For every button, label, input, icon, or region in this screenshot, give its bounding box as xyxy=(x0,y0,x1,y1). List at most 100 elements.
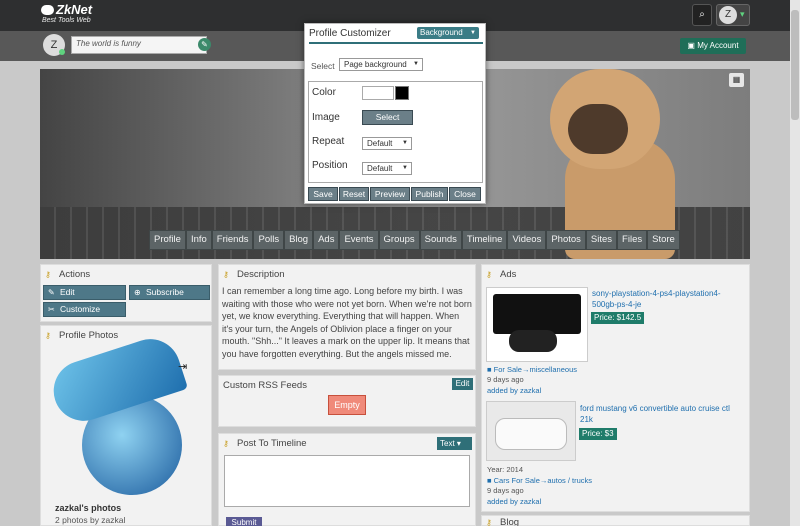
avatar: Z xyxy=(719,6,737,24)
album-cover-image[interactable] xyxy=(45,331,192,500)
tab-polls[interactable]: Polls xyxy=(253,230,285,250)
chevron-down-icon: ▼ xyxy=(413,61,419,67)
mode-label: Background xyxy=(420,28,463,37)
cover-dog-image xyxy=(520,69,690,259)
blog-title: Blog xyxy=(500,517,520,526)
submit-button[interactable]: Submit xyxy=(226,517,262,526)
ad-image-mustang[interactable] xyxy=(486,401,576,461)
ad-image-ps4[interactable] xyxy=(486,287,588,362)
target-label: Page background xyxy=(344,60,407,69)
ad-price: Price: $142.5 xyxy=(591,312,645,324)
tab-blog[interactable]: Blog xyxy=(284,230,314,250)
logo-mark-icon xyxy=(41,5,54,15)
position-label: Position xyxy=(312,160,348,171)
tab-store[interactable]: Store xyxy=(647,230,680,250)
ps4-controller-shape xyxy=(509,330,557,352)
ad-added-by[interactable]: added by zazkal xyxy=(487,497,541,506)
online-dot-icon xyxy=(59,49,65,55)
close-button[interactable]: Close xyxy=(449,187,481,201)
rss-title: Custom RSS Feeds xyxy=(223,380,307,391)
tab-files[interactable]: Files xyxy=(617,230,648,250)
ad-category-label: Cars For Sale→autos / trucks xyxy=(493,476,592,485)
search-icon: ⌕ xyxy=(699,9,705,20)
panel-title: ⚷ Blog xyxy=(486,517,519,526)
my-account-button[interactable]: ▣ My Account xyxy=(680,38,746,54)
rss-edit-button[interactable]: Edit xyxy=(452,378,473,390)
subscribe-label: Subscribe xyxy=(146,287,184,297)
sign-in-icon[interactable]: ⇥ xyxy=(178,360,187,373)
repeat-label: Repeat xyxy=(312,136,345,147)
site-logo[interactable]: ZkNet xyxy=(41,2,92,17)
dog-snout xyxy=(568,104,628,154)
search-button[interactable]: ⌕ xyxy=(692,4,712,26)
key-icon: ⚷ xyxy=(486,270,492,279)
color-picker-swatch[interactable] xyxy=(395,86,409,100)
color-input[interactable] xyxy=(362,86,394,100)
position-select[interactable]: Default ▼ xyxy=(362,162,412,175)
save-button[interactable]: Save xyxy=(308,187,338,201)
profile-photos-title: Profile Photos xyxy=(59,330,119,341)
tab-ads[interactable]: Ads xyxy=(313,230,340,250)
publish-button[interactable]: Publish xyxy=(411,187,448,201)
ad-category-link[interactable]: ■ Cars For Sale→autos / trucks xyxy=(487,476,592,485)
tab-groups[interactable]: Groups xyxy=(378,230,420,250)
edit-label: Edit xyxy=(60,287,75,297)
tab-videos[interactable]: Videos xyxy=(507,230,547,250)
pencil-icon[interactable]: ✎ xyxy=(198,38,211,51)
select-label: Select xyxy=(311,61,335,71)
subscribe-button[interactable]: ⊕ Subscribe xyxy=(129,285,210,300)
tab-sounds[interactable]: Sounds xyxy=(419,230,462,250)
ads-title: Ads xyxy=(500,269,517,280)
subscribe-icon: ⊕ xyxy=(134,288,141,297)
tab-photos[interactable]: Photos xyxy=(546,230,586,250)
album-title[interactable]: zazkal's photos xyxy=(55,503,121,513)
car-shape xyxy=(495,418,567,450)
image-label: Image xyxy=(312,112,340,123)
tab-timeline[interactable]: Timeline xyxy=(461,230,508,250)
tab-sites[interactable]: Sites xyxy=(585,230,618,250)
tab-info[interactable]: Info xyxy=(185,230,212,250)
ad-category-link[interactable]: ■ For Sale→miscellaneous xyxy=(487,365,577,374)
chevron-down-icon: ▾ xyxy=(740,9,745,19)
folder-icon: ■ xyxy=(487,365,494,374)
ad-title-link[interactable]: sony-playstation-4-ps4-playstation4-500g… xyxy=(592,288,742,310)
key-icon: ⚷ xyxy=(45,270,51,279)
key-icon: ⚷ xyxy=(486,518,492,526)
edit-button[interactable]: ✎ Edit xyxy=(43,285,126,300)
repeat-select[interactable]: Default ▼ xyxy=(362,137,412,150)
repeat-value: Default xyxy=(367,139,393,148)
page-scrollbar[interactable] xyxy=(790,0,800,526)
rss-empty-button[interactable]: Empty xyxy=(328,395,366,415)
preview-button[interactable]: Preview xyxy=(370,187,410,201)
customizer-mode-select[interactable]: Background ▼ xyxy=(417,27,479,39)
status-avatar[interactable]: Z xyxy=(43,34,65,56)
status-input[interactable]: The world is funny xyxy=(71,36,207,54)
scrollbar-thumb[interactable] xyxy=(791,10,799,120)
image-select-button[interactable]: Select xyxy=(362,110,413,125)
target-select[interactable]: Page background ▼ xyxy=(339,58,423,71)
tab-events[interactable]: Events xyxy=(339,230,379,250)
album-subtitle: 2 photos by zazkal xyxy=(55,515,126,525)
panel-title: ⚷ Post To Timeline xyxy=(223,438,307,449)
tab-profile[interactable]: Profile xyxy=(149,230,186,250)
change-cover-icon[interactable]: ▦ xyxy=(729,73,744,87)
chevron-down-icon: ▼ xyxy=(402,140,408,146)
reset-button[interactable]: Reset xyxy=(339,187,369,201)
ad-title-link[interactable]: ford mustang v6 convertible auto cruise … xyxy=(580,403,740,425)
tab-friends[interactable]: Friends xyxy=(211,230,254,250)
position-value: Default xyxy=(367,164,393,173)
post-type-select[interactable]: Text ▾ xyxy=(437,437,472,450)
avatar-letter: Z xyxy=(50,39,58,51)
profile-customizer-dialog: Profile Customizer Background ▼ Select Pa… xyxy=(304,23,486,204)
key-icon: ⚷ xyxy=(45,331,51,340)
my-account-label: My Account xyxy=(697,41,739,50)
blog-panel: ⚷ Blog xyxy=(481,515,750,526)
customize-button[interactable]: ✂ Customize xyxy=(43,302,126,317)
post-type-label: Text xyxy=(440,439,455,448)
folder-icon: ■ xyxy=(487,476,494,485)
user-menu-button[interactable]: Z ▾ xyxy=(716,4,750,26)
ad-price: Price: $3 xyxy=(579,428,617,440)
timeline-textarea[interactable] xyxy=(224,455,470,507)
ad-age: 9 days ago xyxy=(487,486,524,495)
ad-added-by[interactable]: added by zazkal xyxy=(487,386,541,395)
